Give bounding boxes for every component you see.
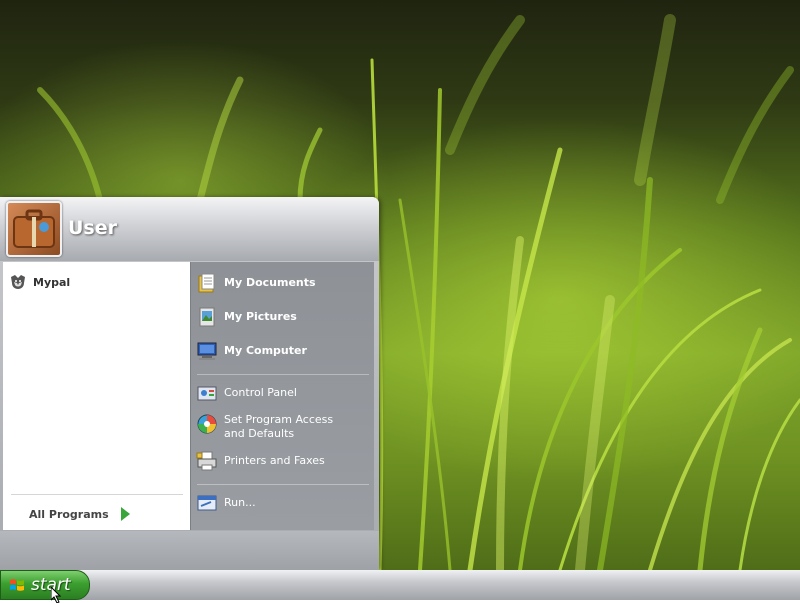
start-menu: User Mypal All Programs My Documents My … [0, 197, 379, 570]
divider [197, 484, 369, 485]
my-computer-item[interactable]: My Computer [196, 340, 307, 362]
all-programs-label: All Programs [29, 507, 109, 521]
my-pictures-item[interactable]: My Pictures [196, 306, 297, 328]
my-computer-icon [197, 342, 217, 360]
taskbar: start [0, 570, 800, 600]
green-arrow-icon [120, 507, 130, 521]
my-pictures-icon [199, 307, 215, 327]
pinned-programs-pane: Mypal All Programs [3, 262, 190, 530]
all-programs-button[interactable]: All Programs [29, 505, 130, 523]
start-button[interactable]: start [0, 570, 90, 600]
program-defaults-label: Set Program Access and Defaults [224, 413, 334, 440]
printers-and-faxes-label: Printers and Faxes [224, 454, 325, 467]
my-pictures-label: My Pictures [224, 310, 297, 323]
mouse-cursor-icon [51, 587, 62, 603]
printer-icon [196, 451, 217, 471]
mypal-browser-icon [11, 275, 25, 289]
program-defaults-item[interactable]: Set Program Access and Defaults [196, 413, 352, 441]
start-menu-footer [0, 531, 379, 570]
program-label: Mypal [33, 275, 71, 289]
run-icon [197, 495, 217, 511]
my-documents-icon [198, 273, 215, 293]
printers-and-faxes-item[interactable]: Printers and Faxes [196, 450, 325, 472]
divider [197, 374, 369, 375]
user-name: User [68, 217, 117, 239]
places-pane: My Documents My Pictures My Computer Con… [190, 262, 374, 530]
my-computer-label: My Computer [224, 344, 307, 357]
user-picture-icon[interactable] [6, 201, 62, 257]
run-label: Run... [224, 496, 256, 509]
program-item-mypal[interactable]: Mypal [9, 273, 70, 291]
control-panel-icon [197, 386, 217, 401]
control-panel-label: Control Panel [224, 386, 297, 399]
divider [11, 494, 183, 495]
program-defaults-icon [197, 414, 217, 434]
control-panel-item[interactable]: Control Panel [196, 382, 297, 404]
windows-logo-icon [10, 579, 24, 591]
start-menu-header: User [0, 197, 379, 261]
my-documents-label: My Documents [224, 276, 316, 289]
my-documents-item[interactable]: My Documents [196, 272, 316, 294]
run-item[interactable]: Run... [196, 492, 256, 514]
